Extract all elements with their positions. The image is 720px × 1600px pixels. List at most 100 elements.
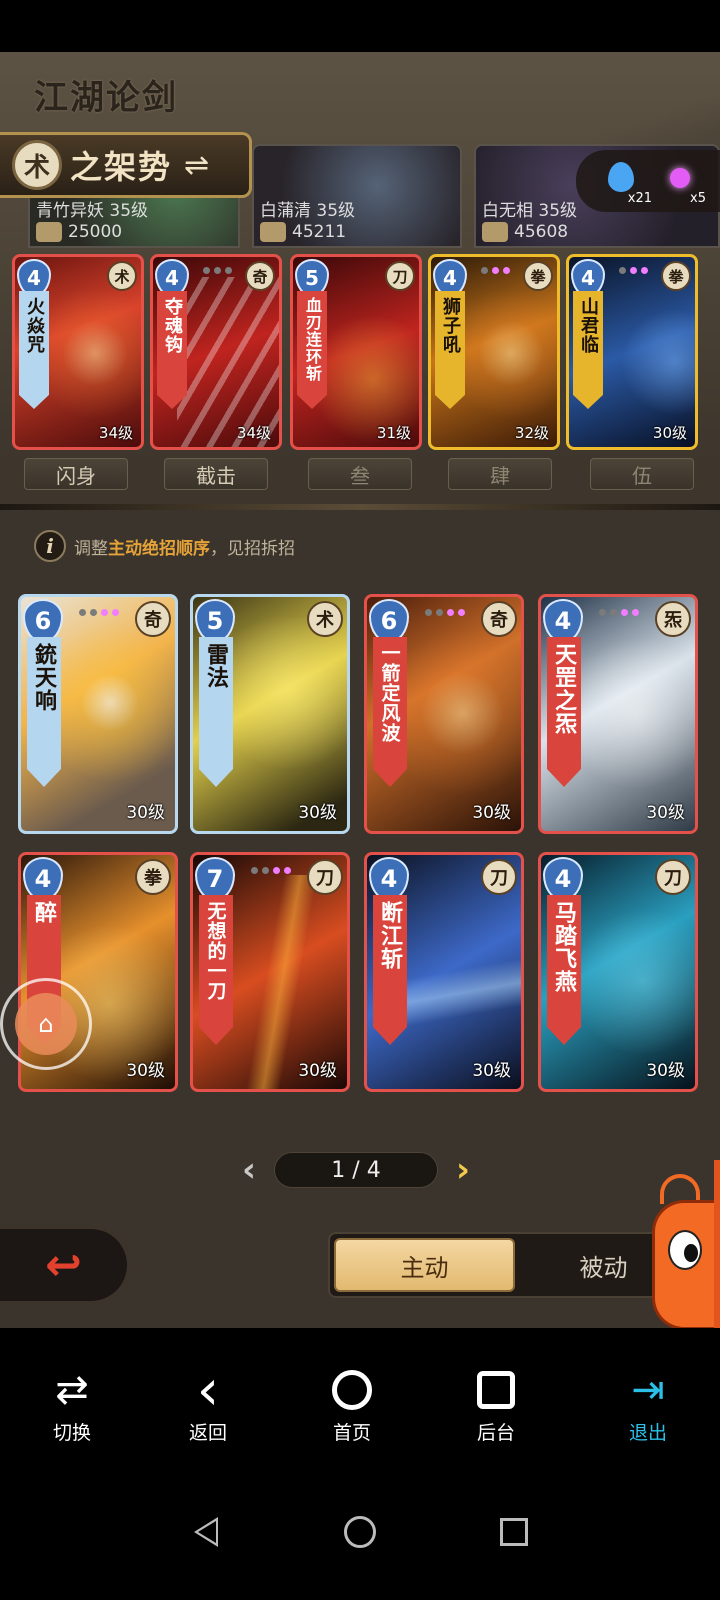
nav-switch[interactable]: ⇄ 切换 [22, 1367, 122, 1445]
stance-selector[interactable]: 术 之架势 ⇌ [0, 132, 252, 198]
card-name: 雷法 [203, 643, 229, 689]
prev-page-button[interactable]: ‹ [232, 1150, 266, 1190]
nav-label: 首页 [332, 1422, 371, 1444]
name-banner: 銃天响 [27, 637, 61, 787]
floating-assistant-ball[interactable]: ⌂ [0, 978, 92, 1070]
card-level: 30级 [652, 424, 687, 442]
nav-home[interactable]: 首页 [302, 1368, 402, 1445]
card-name: 醉 [31, 901, 57, 924]
opponent-name: 白蒲清 35级 [260, 201, 356, 221]
card-level: 30级 [126, 1061, 165, 1081]
name-banner: 火焱咒 [19, 291, 49, 409]
type-badge: 拳 [661, 261, 691, 291]
card-level: 30级 [646, 803, 685, 823]
power-icon [36, 222, 62, 242]
pip [79, 609, 86, 616]
name-banner: 一箭定风波 [373, 637, 407, 787]
star-pips [203, 267, 232, 274]
star-pips [251, 867, 291, 874]
type-badge: 拳 [135, 859, 171, 895]
star-pips [425, 609, 465, 616]
pip [503, 267, 510, 274]
opponent-power: 45608 [482, 222, 568, 242]
mascot-edge [714, 1160, 720, 1328]
recents-square [477, 1371, 515, 1409]
type-badge: 拳 [523, 261, 553, 291]
type-badge: 奇 [481, 601, 517, 637]
skill-card-8[interactable]: 4 刀 马踏飞燕 30级 [538, 852, 698, 1092]
skill-card-7[interactable]: 4 刀 断江斩 30级 [364, 852, 524, 1092]
orb-currency: x5 [656, 156, 706, 206]
nav-exit[interactable]: ⇥ 退出 [598, 1367, 698, 1445]
hint-prefix: 调整 [74, 538, 108, 559]
tab-active-skills[interactable]: 主动 [334, 1238, 515, 1292]
android-recents-button[interactable] [494, 1512, 534, 1552]
opponent-power-value: 25000 [68, 222, 123, 242]
pip [630, 267, 637, 274]
skill-card-1[interactable]: 6 奇 銃天响 30级 [18, 594, 178, 834]
mascot-eye [668, 1230, 702, 1270]
skill-card-6[interactable]: 7 刀 无想的一刀 30级 [190, 852, 350, 1092]
pip [203, 267, 210, 274]
exit-icon: ⇥ [631, 1367, 665, 1413]
star-pips [79, 609, 119, 616]
card-name: 銃天响 [31, 643, 57, 712]
card-level: 30级 [472, 803, 511, 823]
type-badge: 刀 [481, 859, 517, 895]
name-banner: 马踏飞燕 [547, 895, 581, 1045]
card-name: 断江斩 [377, 901, 403, 970]
recents-square-icon [500, 1518, 528, 1546]
pip [641, 267, 648, 274]
opponent-power: 45211 [260, 222, 346, 242]
equipped-card-3[interactable]: 5 刀 血刃连环斩 31级 [290, 254, 422, 450]
pip [112, 609, 119, 616]
card-name: 火焱咒 [24, 297, 45, 354]
name-banner: 断江斩 [373, 895, 407, 1045]
android-back-button[interactable] [186, 1512, 226, 1552]
mascot-pupil [684, 1244, 698, 1262]
home-ring [332, 1370, 372, 1410]
name-banner: 血刃连环斩 [297, 291, 327, 409]
pip [447, 609, 454, 616]
orb-count: x5 [690, 191, 706, 206]
card-name: 无想的一刀 [204, 901, 227, 1001]
card-level: 34级 [98, 424, 133, 442]
skill-card-3[interactable]: 6 奇 一箭定风波 30级 [364, 594, 524, 834]
power-icon [260, 222, 286, 242]
pip [621, 609, 628, 616]
currency-panel: x21 x5 [576, 150, 720, 212]
nav-label: 后台 [476, 1422, 515, 1444]
pip [610, 609, 617, 616]
equipped-card-2[interactable]: 4 奇 夺魂钩 34级 [150, 254, 282, 450]
stance-label: 之架势 [70, 148, 173, 186]
pip [90, 609, 97, 616]
nav-back[interactable]: ‹ 返回 [158, 1358, 258, 1445]
nav-recents[interactable]: 后台 [446, 1368, 546, 1445]
system-navigation-bar: ⇄ 切换 ‹ 返回 首页 后台 ⇥ 退出 [0, 1328, 720, 1600]
return-arrow-button[interactable]: ↩ [0, 1226, 130, 1304]
home-circle-icon [344, 1516, 376, 1548]
card-name: 山君临 [578, 297, 599, 354]
pip [632, 609, 639, 616]
skill-card-2[interactable]: 5 术 雷法 30级 [190, 594, 350, 834]
pagination: ‹ 1 / 4 › [232, 1150, 480, 1190]
equipped-card-5[interactable]: 4 拳 山君临 30级 [566, 254, 698, 450]
mascot-helper[interactable] [652, 1160, 720, 1328]
water-drop-icon [608, 162, 634, 192]
equipped-card-1[interactable]: 4 术 火焱咒 34级 [12, 254, 144, 450]
equipped-card-4[interactable]: 4 拳 狮子吼 32级 [428, 254, 560, 450]
home-icon [332, 1368, 372, 1412]
type-badge: 术 [307, 601, 343, 637]
skill-card-4[interactable]: 4 炁 天罡之炁 30级 [538, 594, 698, 834]
star-pips [619, 267, 648, 274]
card-level: 30级 [298, 803, 337, 823]
next-page-button[interactable]: › [446, 1150, 480, 1190]
android-home-button[interactable] [340, 1512, 380, 1552]
card-name: 天罡之炁 [551, 643, 577, 735]
page-title: 江湖论剑 [34, 78, 178, 118]
card-level: 32级 [514, 424, 549, 442]
opponent-card-2[interactable]: 白蒲清 35级 45211 [252, 144, 462, 248]
opponent-power: 25000 [36, 222, 122, 242]
pip [214, 267, 221, 274]
hint-row: i 调整 主动绝招顺序 ，见招拆招 [34, 530, 295, 562]
